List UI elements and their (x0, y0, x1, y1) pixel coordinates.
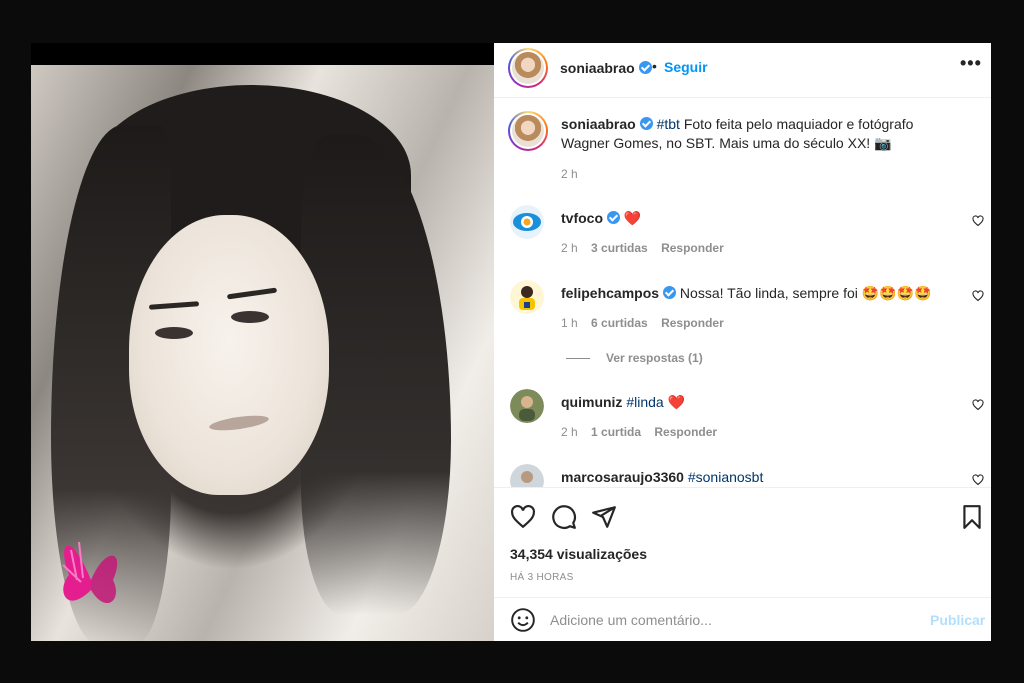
comments-list[interactable]: soniaabrao #tbt Foto feita pelo maquiado… (494, 99, 991, 487)
post-photo[interactable] (31, 65, 494, 641)
caption-text: soniaabrao #tbt Foto feita pelo maquiado… (561, 115, 961, 153)
comment-likes[interactable]: 6 curtidas (591, 316, 648, 330)
save-bookmark-icon[interactable] (959, 504, 985, 530)
post-image-panel (31, 43, 494, 641)
commenter-avatar-tvfoco[interactable] (510, 205, 544, 239)
post-actions: 34,354 visualizações HÁ 3 HORAS (494, 487, 991, 597)
like-heart-icon[interactable] (510, 504, 536, 530)
comment-text: felipehcampos Nossa! Tão linda, sempre f… (561, 284, 961, 303)
caption-hashtag[interactable]: #tbt (657, 116, 680, 132)
verified-icon (663, 286, 677, 299)
comment-hashtag[interactable]: #sonianosbt (688, 469, 764, 485)
photo-face (129, 215, 329, 495)
comment-emoji: ❤️ (623, 210, 642, 226)
verified-icon (607, 211, 620, 224)
caption-avatar[interactable] (508, 111, 548, 151)
comment-time[interactable]: 2 h (561, 425, 578, 439)
comment-input[interactable] (550, 609, 910, 631)
post-header: soniaabrao • Seguir ••• (494, 43, 991, 98)
comment-hashtag[interactable]: #linda (626, 394, 663, 410)
photo-eye-right (231, 311, 269, 323)
like-comment-heart-icon[interactable] (972, 290, 984, 302)
commenter-avatar-quimuniz[interactable] (510, 389, 544, 423)
comment-bubble-icon[interactable] (551, 504, 577, 530)
view-replies-label[interactable]: Ver respostas (1) (606, 351, 703, 365)
comment-body: Nossa! Tão linda, sempre foi (679, 285, 858, 301)
reply-button[interactable]: Responder (654, 425, 717, 439)
view-replies-button[interactable]: Ver respostas (1) (566, 351, 703, 365)
caption-time[interactable]: 2 h (561, 167, 578, 181)
comment-time[interactable]: 2 h (561, 241, 578, 255)
separator-dot: • (652, 58, 657, 74)
butterfly-watermark-icon (62, 541, 118, 604)
like-comment-heart-icon[interactable] (972, 474, 984, 486)
emoji-smiley-icon[interactable] (510, 607, 536, 633)
comment-meta: 2 h 3 curtidas Responder (561, 241, 734, 255)
comment-emoji: ❤️ (667, 394, 686, 410)
caption-meta: 2 h (561, 167, 588, 181)
share-send-icon[interactable] (591, 504, 617, 530)
more-options-icon[interactable]: ••• (960, 53, 982, 74)
verified-icon (638, 61, 652, 74)
author-username-text[interactable]: soniaabrao (560, 60, 635, 76)
like-comment-heart-icon[interactable] (972, 399, 984, 411)
comment-meta: 2 h 1 curtida Responder (561, 425, 727, 439)
comment-username[interactable]: felipehcampos (561, 285, 659, 301)
follow-button[interactable]: Seguir (664, 59, 708, 75)
comment-username[interactable]: marcosaraujo3360 (561, 469, 684, 485)
commenter-avatar-marcosaraujo3360[interactable] (510, 464, 544, 487)
reply-button[interactable]: Responder (661, 316, 724, 330)
post-timestamp[interactable]: HÁ 3 HORAS (510, 572, 574, 583)
author-username[interactable]: soniaabrao (560, 60, 652, 76)
add-comment-bar: Publicar (494, 597, 991, 641)
comment-likes[interactable]: 1 curtida (591, 425, 641, 439)
views-count[interactable]: 34,354 visualizações (510, 546, 647, 562)
verified-icon (639, 117, 653, 130)
comment-emoji: 🤩🤩🤩🤩 (861, 285, 932, 301)
comment-time[interactable]: 1 h (561, 316, 578, 330)
publish-button[interactable]: Publicar (930, 612, 985, 628)
comment-text: marcosaraujo3360 #sonianosbt (561, 468, 961, 487)
replies-divider (566, 358, 590, 360)
comment-username[interactable]: tvfoco (561, 210, 603, 226)
camera-emoji: 📷 (874, 135, 892, 151)
comment-likes[interactable]: 3 curtidas (591, 241, 648, 255)
caption-username[interactable]: soniaabrao (561, 116, 636, 132)
author-avatar[interactable] (508, 48, 548, 88)
comment-text: quimuniz #linda ❤️ (561, 393, 961, 412)
post-details-panel: soniaabrao • Seguir ••• soniaabrao #tbt … (494, 43, 991, 641)
comment-meta: 1 h 6 curtidas Responder (561, 316, 734, 330)
photo-eye-left (155, 327, 193, 339)
reply-button[interactable]: Responder (661, 241, 724, 255)
commenter-avatar-felipehcampos[interactable] (510, 280, 544, 314)
comment-text: tvfoco ❤️ (561, 209, 961, 228)
like-comment-heart-icon[interactable] (972, 215, 984, 227)
comment-username[interactable]: quimuniz (561, 394, 622, 410)
